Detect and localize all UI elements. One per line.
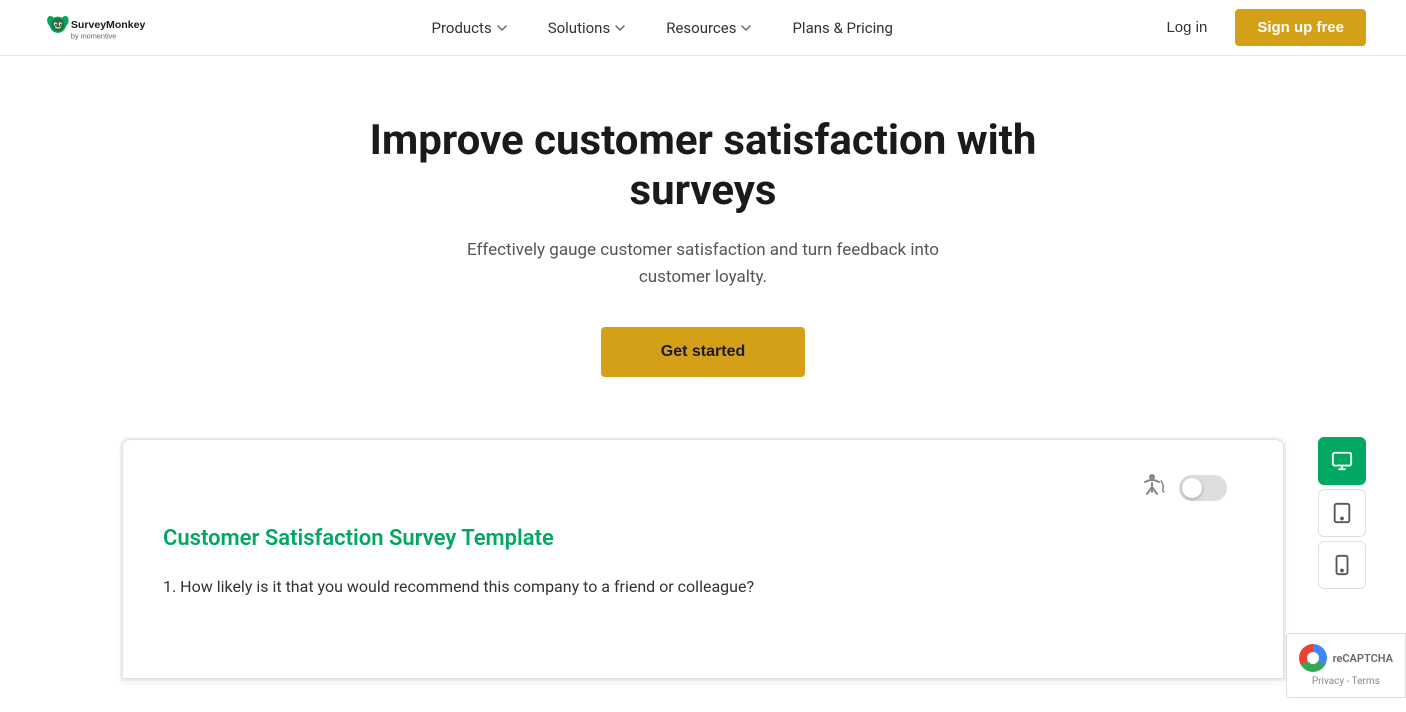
desktop-icon (1331, 450, 1353, 472)
svg-text:SurveyMonkey: SurveyMonkey (71, 19, 146, 31)
survey-template-title: Customer Satisfaction Survey Template (163, 526, 1243, 551)
chevron-down-icon (614, 22, 626, 34)
get-started-button[interactable]: Get started (601, 327, 805, 377)
login-button[interactable]: Log in (1154, 11, 1219, 44)
nav-item-solutions[interactable]: Solutions (532, 11, 643, 45)
logo[interactable]: SurveyMonkey by momentive (40, 8, 170, 48)
toggle-switch[interactable] (1179, 475, 1227, 501)
svg-text:by momentive: by momentive (71, 31, 116, 40)
header-actions: Log in Sign up free (1154, 9, 1366, 46)
hero-subtitle: Effectively gauge customer satisfaction … (453, 237, 953, 291)
recaptcha-badge: reCAPTCHA Privacy - Terms (1286, 633, 1406, 698)
nav-item-products[interactable]: Products (416, 11, 524, 45)
main-nav: Products Solutions Resources Plans & Pri… (170, 11, 1154, 45)
accessibility-icon (1137, 470, 1167, 506)
device-view-sidebar (1318, 437, 1366, 589)
tablet-icon (1331, 502, 1353, 524)
nav-item-pricing[interactable]: Plans & Pricing (776, 11, 908, 45)
nav-item-resources[interactable]: Resources (650, 11, 768, 45)
mobile-icon (1331, 554, 1353, 576)
header: SurveyMonkey by momentive Products Solut… (0, 0, 1406, 56)
recaptcha-logo: reCAPTCHA (1299, 644, 1393, 672)
desktop-view-button[interactable] (1318, 437, 1366, 485)
survey-preview-card: Customer Satisfaction Survey Template 1.… (122, 439, 1284, 679)
tablet-view-button[interactable] (1318, 489, 1366, 537)
chevron-down-icon (496, 22, 508, 34)
chevron-down-icon (740, 22, 752, 34)
preview-toolbar (163, 460, 1243, 516)
recaptcha-icon (1299, 644, 1327, 672)
recaptcha-links: Privacy - Terms (1299, 676, 1393, 687)
survey-question-1: 1. How likely is it that you would recom… (163, 575, 1243, 599)
hero-section: Improve customer satisfaction with surve… (0, 56, 1406, 417)
survey-preview-section: Customer Satisfaction Survey Template 1.… (0, 437, 1406, 681)
hero-title: Improve customer satisfaction with surve… (293, 116, 1113, 217)
mobile-view-button[interactable] (1318, 541, 1366, 589)
signup-button[interactable]: Sign up free (1235, 9, 1366, 46)
survey-preview-background: Customer Satisfaction Survey Template 1.… (120, 437, 1286, 681)
